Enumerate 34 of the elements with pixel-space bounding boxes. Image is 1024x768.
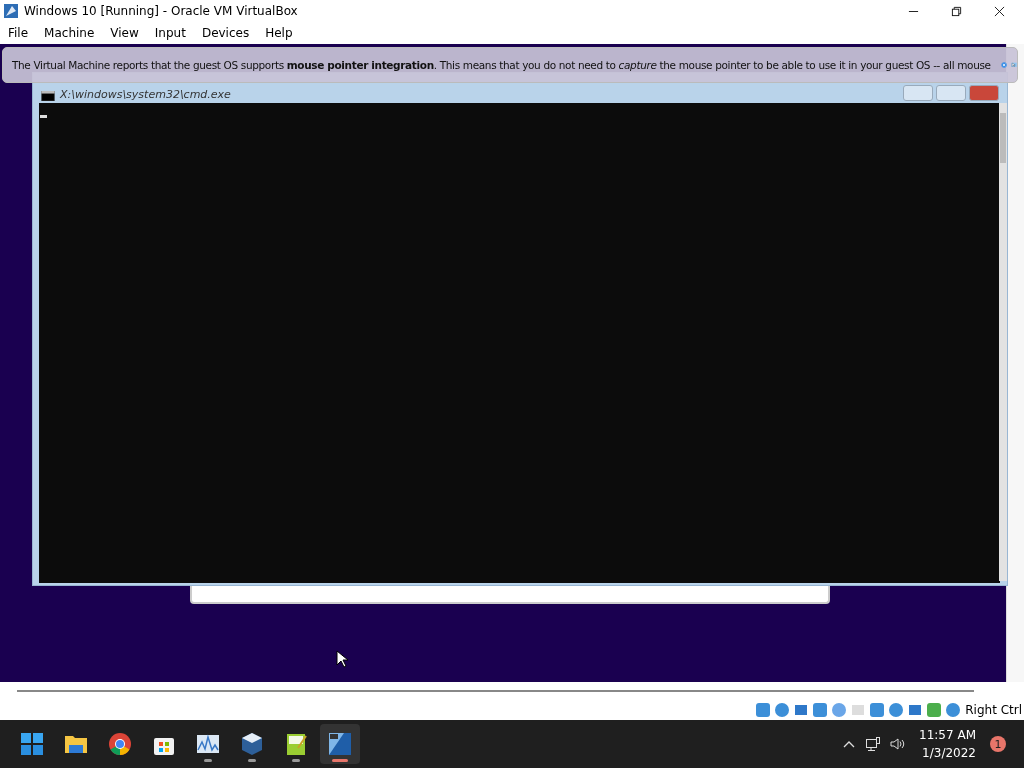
menu-item[interactable]: Machine	[44, 26, 95, 40]
menu-item[interactable]: Help	[265, 26, 293, 40]
windows-logo-icon	[20, 732, 44, 756]
notification-count[interactable]: 1	[990, 736, 1006, 752]
menu-item[interactable]: File	[8, 26, 29, 40]
app-icon	[3, 3, 19, 19]
menu-item[interactable]: View	[110, 26, 139, 40]
menu-item[interactable]: Input	[154, 26, 186, 40]
scrollbar[interactable]	[17, 690, 974, 692]
cube-icon	[240, 732, 264, 756]
running-indicator	[204, 759, 212, 762]
close-button[interactable]	[969, 85, 999, 101]
browser-icon	[108, 732, 132, 756]
host-key-label: Right Ctrl	[965, 703, 1022, 717]
scrollbar[interactable]	[999, 103, 1007, 581]
console-title: X:\windows\system32\cmd.exe	[60, 88, 231, 101]
text-cursor	[40, 115, 47, 118]
clock[interactable]: 11:57 AM 1/3/2022	[919, 726, 976, 762]
window-title: Windows 10 [Running] - Oracle VM VirtualBox	[24, 4, 298, 18]
chart-icon	[196, 732, 220, 756]
disc-icon[interactable]	[774, 702, 791, 718]
notification-text: The Virtual Machine reports that the guest OS supports mouse pointer integration. This means that you do not need to capture the mouse pointer to be able to use it in your guest OS -- all mouse	[12, 59, 991, 71]
console-icon	[41, 91, 55, 101]
restore-icon[interactable]	[951, 5, 962, 17]
running-indicator	[248, 759, 256, 762]
clock-time: 11:57 AM	[919, 727, 976, 744]
virtual-machine-icon	[328, 732, 352, 756]
clock-date: 1/3/2022	[922, 745, 976, 762]
active-indicator	[332, 759, 348, 762]
running-indicator	[292, 759, 300, 762]
menu-item[interactable]: Devices	[201, 26, 250, 40]
speaker-icon[interactable]	[889, 736, 906, 752]
notepad-icon	[284, 732, 308, 756]
taskbar-button[interactable]	[320, 724, 360, 764]
